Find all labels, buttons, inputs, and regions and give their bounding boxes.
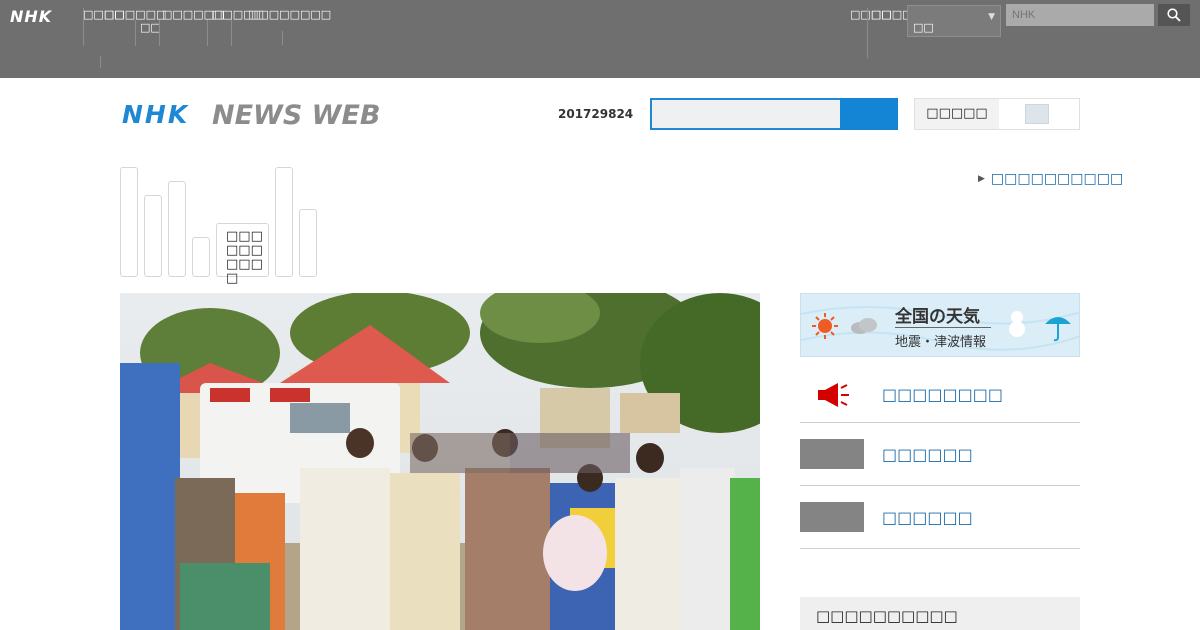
side-link-label: □□□□□□: [882, 445, 973, 464]
global-nav-right-item-1[interactable]: □□□□: [850, 8, 892, 21]
nav-divider: [159, 20, 160, 46]
more-news-link[interactable]: ▶ □□□□□□□□□□: [978, 171, 1123, 187]
triangle-right-icon: ▶: [978, 174, 985, 184]
weather-title: 全国の天気: [895, 307, 980, 327]
top-news-image[interactable]: [120, 293, 760, 630]
category-tab[interactable]: [168, 181, 186, 277]
nav-divider: [867, 8, 868, 58]
logo-news-web-text: NEWS WEB: [212, 100, 381, 131]
global-nav-item-5[interactable]: □□□□□: [212, 8, 264, 21]
nav-divider: [135, 20, 136, 46]
category-tab[interactable]: [299, 209, 317, 277]
display-toggle[interactable]: □□□□□: [914, 98, 1080, 130]
global-search-button[interactable]: [1158, 4, 1190, 26]
side-link-thumbnail: [800, 439, 864, 469]
category-tab[interactable]: [275, 167, 293, 277]
nav-divider: [207, 20, 208, 46]
side-link-row[interactable]: □□□□□□: [800, 423, 1080, 486]
site-search-button[interactable]: [840, 98, 898, 130]
weather-divider: [895, 327, 991, 328]
region-select[interactable]: □□ ▼: [907, 5, 1001, 37]
global-nav-item-4[interactable]: □□□□□□: [162, 8, 224, 21]
toggle-knob: [1025, 104, 1049, 124]
weather-banner[interactable]: 全国の天気 地震・津波情報: [800, 293, 1080, 357]
side-link-label: □□□□□□□□: [882, 385, 1003, 404]
global-search-input[interactable]: [1006, 4, 1154, 26]
weather-subtitle: 地震・津波情報: [895, 335, 987, 350]
cloud-icon: [851, 318, 877, 334]
toggle-switch[interactable]: [999, 99, 1079, 129]
nav-divider: [100, 56, 101, 68]
news-photo: [120, 293, 760, 630]
global-nav-item-6[interactable]: □□□□□□□□: [248, 8, 331, 21]
chevron-down-icon: ▼: [988, 12, 995, 22]
side-link-label: □□□□□□: [882, 508, 973, 527]
side-link-thumbnail: [800, 502, 864, 532]
global-nav-item-1[interactable]: □□□□: [83, 8, 125, 21]
side-link-row[interactable]: □□□□□□: [800, 486, 1080, 549]
global-nav-item-3[interactable]: □□: [140, 21, 161, 34]
umbrella-icon: [1045, 317, 1071, 342]
global-top-bar: NHK □□□□ □□□□□□ □□ □□□□□□ □□□□□ □□□□□□□□…: [0, 0, 1200, 78]
header-counter: 201729824: [558, 107, 634, 121]
region-select-value: □□: [913, 21, 934, 34]
snowman-icon: [1009, 311, 1025, 337]
site-search-input[interactable]: [650, 98, 842, 130]
global-nav-right-item-2[interactable]: □□□□□: [871, 8, 923, 21]
side-link-row[interactable]: □□□□□□□□: [800, 366, 1080, 423]
search-icon: [1167, 8, 1181, 22]
category-tab-active[interactable]: □□□□□□□□□□: [216, 223, 269, 286]
nav-divider: [282, 31, 283, 45]
category-tab[interactable]: [192, 237, 210, 277]
nav-divider: [231, 20, 232, 46]
more-news-link-label: □□□□□□□□□□: [990, 171, 1124, 187]
side-section-heading: □□□□□□□□□□: [800, 597, 1080, 630]
nhk-logo[interactable]: NHK: [10, 7, 52, 26]
sun-icon: [812, 313, 838, 339]
logo-nhk-text: NHK: [122, 100, 190, 129]
category-tab[interactable]: [144, 195, 162, 277]
megaphone-icon: [818, 383, 849, 407]
category-tab[interactable]: [120, 167, 138, 277]
toggle-label: □□□□□: [926, 106, 988, 121]
